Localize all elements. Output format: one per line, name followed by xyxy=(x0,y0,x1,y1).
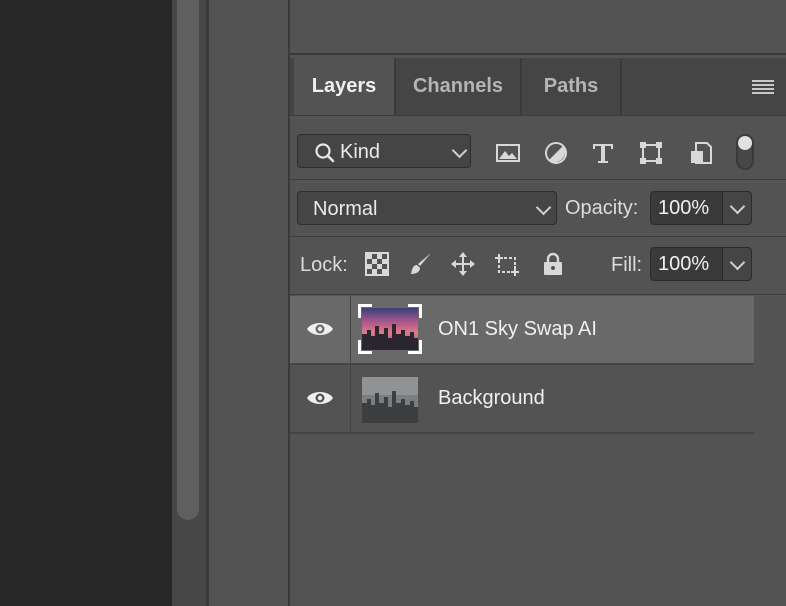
opacity-label: Opacity: xyxy=(565,197,639,219)
chevron-down-icon xyxy=(729,254,746,271)
upper-panel xyxy=(290,0,786,55)
lock-all-icon[interactable] xyxy=(540,251,566,277)
lock-transparent-pixels-icon[interactable] xyxy=(364,251,390,277)
chevron-down-icon xyxy=(729,198,746,215)
blend-mode-value: Normal xyxy=(313,198,378,220)
filter-kind-label: Kind xyxy=(340,141,381,163)
type-filter-icon[interactable] xyxy=(590,140,616,166)
smart-object-filter-icon[interactable] xyxy=(688,140,714,166)
fill-dropdown-button[interactable] xyxy=(722,248,751,280)
lock-position-icon[interactable] xyxy=(450,251,476,277)
canvas-scrollbar-thumb[interactable] xyxy=(177,0,199,520)
row-divider xyxy=(290,236,786,237)
panel-menu-icon[interactable] xyxy=(752,80,774,94)
tab-layers[interactable]: Layers xyxy=(294,58,394,115)
opacity-field[interactable]: 100% xyxy=(650,191,752,225)
layer-row-on1-sky-swap[interactable]: ON1 Sky Swap AI xyxy=(290,296,754,363)
chevron-down-icon xyxy=(535,199,552,216)
opacity-value[interactable]: 100% xyxy=(658,197,709,220)
lock-artboard-icon[interactable] xyxy=(494,251,520,277)
collapsed-panel-strip xyxy=(209,0,288,606)
layer-row-background[interactable]: Background xyxy=(290,365,754,432)
layer-name[interactable]: Background xyxy=(438,387,545,410)
filter-toggle-switch[interactable] xyxy=(736,134,754,170)
search-icon xyxy=(315,143,335,163)
visibility-column xyxy=(290,365,351,432)
row-divider xyxy=(290,294,786,295)
shape-filter-icon[interactable] xyxy=(638,140,664,166)
eye-icon[interactable] xyxy=(306,319,334,339)
lock-image-pixels-icon[interactable] xyxy=(408,251,434,277)
fill-field[interactable]: 100% xyxy=(650,247,752,281)
layers-panel-gutter xyxy=(754,296,786,606)
document-canvas-area[interactable] xyxy=(0,0,172,606)
layer-thumbnail[interactable] xyxy=(358,304,422,354)
layer-name[interactable]: ON1 Sky Swap AI xyxy=(438,318,597,341)
layer-thumbnail[interactable] xyxy=(358,373,422,423)
panel-tab-bar: Layers Channels Paths xyxy=(290,58,786,116)
image-filter-icon[interactable] xyxy=(495,140,521,166)
row-divider xyxy=(290,179,786,180)
visibility-column xyxy=(290,296,351,363)
lock-label: Lock: xyxy=(300,254,348,276)
tab-channels[interactable]: Channels xyxy=(396,58,520,115)
blend-mode-select[interactable]: Normal xyxy=(297,191,557,225)
adjustment-filter-icon[interactable] xyxy=(543,140,569,166)
eye-icon[interactable] xyxy=(306,388,334,408)
fill-label: Fill: xyxy=(611,254,643,276)
chevron-down-icon xyxy=(451,142,468,159)
tab-paths[interactable]: Paths xyxy=(522,58,620,115)
fill-value[interactable]: 100% xyxy=(658,253,709,276)
filter-kind-select[interactable]: Kind xyxy=(297,134,471,168)
opacity-dropdown-button[interactable] xyxy=(722,192,751,224)
layers-list: ON1 Sky Swap AI Background xyxy=(290,296,754,434)
